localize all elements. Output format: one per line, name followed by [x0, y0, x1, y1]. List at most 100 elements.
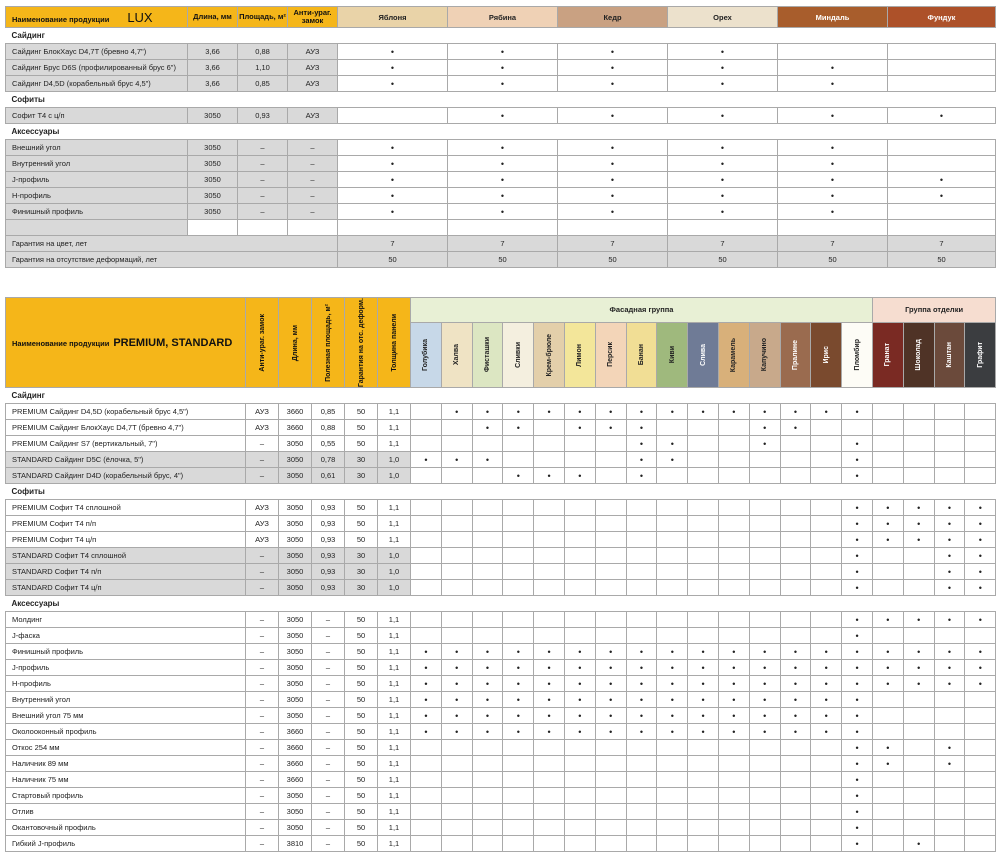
bullet-icon: •	[855, 566, 859, 577]
availability-cell: •	[337, 155, 448, 172]
availability-cell	[625, 819, 658, 837]
availability-cell: •	[748, 643, 781, 661]
column-header-label: Длина, мм	[291, 324, 299, 361]
warranty-cell: 50	[344, 835, 378, 853]
color-swatch-2: Фисташки	[471, 321, 504, 389]
availability-cell	[902, 451, 935, 469]
availability-cell: •	[902, 611, 935, 629]
length-cell: 3050	[278, 675, 312, 693]
availability-cell	[717, 547, 750, 565]
availability-cell	[902, 627, 935, 645]
availability-cell: •	[471, 643, 504, 661]
bullet-icon: •	[947, 550, 952, 561]
color-swatch-9: Слива	[687, 321, 719, 389]
length-cell: 3050	[278, 499, 312, 517]
product-name: Внутренний угол	[5, 155, 188, 172]
availability-cell: •	[471, 691, 504, 709]
bullet-icon: •	[578, 726, 582, 737]
availability-cell	[748, 451, 781, 469]
availability-cell	[810, 611, 843, 629]
area-header: Площадь, м²	[237, 6, 288, 28]
lock-header: Анти-ураг. замок	[287, 6, 338, 28]
thickness-cell: 1,1	[377, 643, 411, 661]
product-name: J-профиль	[5, 659, 246, 677]
product-name: Сайдинг Брус D6S (профилированный брус 6…	[5, 59, 188, 76]
table-row: Сайдинг Брус D6S (профилированный брус 6…	[5, 59, 996, 76]
facade-group-header: Фасадная группа	[410, 297, 873, 323]
availability-cell: •	[502, 643, 535, 661]
availability-cell	[902, 691, 935, 709]
availability-cell	[563, 515, 596, 533]
warranty-cell: 30	[344, 563, 378, 581]
bullet-icon: •	[609, 422, 613, 433]
table-row: Внутренний угол 3050– – • • • • •	[5, 155, 996, 172]
availability-cell	[810, 515, 843, 533]
bullet-icon: •	[547, 710, 551, 721]
bullet-icon: •	[917, 646, 921, 657]
availability-cell: •	[777, 59, 888, 76]
availability-cell	[471, 787, 504, 805]
availability-cell: •	[471, 659, 504, 677]
area-cell: 0,93	[237, 107, 288, 124]
bullet-icon: •	[855, 694, 859, 705]
bullet-icon: •	[763, 422, 767, 433]
availability-cell	[810, 531, 843, 549]
area-cell: –	[237, 171, 288, 188]
spacer-cell	[337, 219, 448, 236]
availability-cell: •	[533, 643, 565, 661]
availability-cell: •	[502, 723, 535, 741]
availability-cell	[871, 627, 904, 645]
availability-cell	[471, 755, 504, 773]
availability-cell: •	[887, 171, 996, 188]
bullet-icon: •	[763, 726, 767, 737]
bullet-icon: •	[701, 694, 705, 705]
length-cell: 3050	[278, 659, 312, 677]
bullet-icon: •	[547, 694, 551, 705]
lock-cell: –	[245, 563, 279, 581]
availability-cell: •	[667, 187, 778, 204]
availability-cell: •	[933, 755, 966, 773]
warranty-color-row: Гарантия на цвет, лет 7 7 7 7 7 7	[5, 235, 996, 252]
bullet-icon: •	[578, 710, 582, 721]
availability-cell	[533, 627, 565, 645]
warranty-value: 50	[557, 251, 668, 268]
availability-cell	[779, 739, 812, 757]
area-cell: 0,61	[311, 467, 345, 485]
table-row: PREMIUM Софит Т4 ц/п АУЗ 3050 0,93 50 1,1 • • • •…	[5, 531, 997, 549]
availability-cell: •	[447, 59, 558, 76]
availability-cell: •	[871, 515, 904, 533]
bullet-icon: •	[978, 550, 982, 561]
warranty-value: 50	[447, 251, 558, 268]
availability-cell: •	[810, 403, 843, 421]
bullet-icon: •	[793, 694, 798, 705]
bullet-icon: •	[609, 406, 613, 417]
warranty-cell: 50	[344, 643, 378, 661]
availability-cell: •	[871, 739, 904, 757]
availability-cell	[933, 723, 966, 741]
area-cell: –	[311, 707, 345, 725]
bullet-icon: •	[793, 662, 798, 673]
bullet-icon: •	[670, 678, 674, 689]
availability-cell	[871, 707, 904, 725]
bullet-icon: •	[886, 534, 890, 545]
availability-cell: •	[748, 723, 781, 741]
length-cell: 3050	[187, 155, 238, 172]
bullet-icon: •	[701, 406, 705, 417]
finish-group-header: Группа отделки	[871, 297, 997, 323]
availability-cell	[810, 467, 843, 485]
availability-cell	[594, 755, 627, 773]
warranty-cell: 50	[344, 627, 378, 645]
product-name: STANDARD Сайдинг D5C (ёлочка, 5")	[5, 451, 246, 469]
availability-cell	[964, 755, 997, 773]
warranty-cell: 50	[344, 515, 378, 533]
bullet-icon: •	[830, 206, 835, 217]
availability-cell: •	[902, 675, 935, 693]
bullet-icon: •	[830, 158, 835, 169]
bullet-icon: •	[947, 614, 952, 625]
bullet-icon: •	[639, 726, 644, 737]
product-name: Софит Т4 с ц/п	[5, 107, 188, 124]
length-cell: 3660	[278, 723, 312, 741]
availability-cell: •	[625, 435, 658, 453]
bullet-icon: •	[610, 46, 615, 57]
availability-cell: •	[440, 451, 473, 469]
